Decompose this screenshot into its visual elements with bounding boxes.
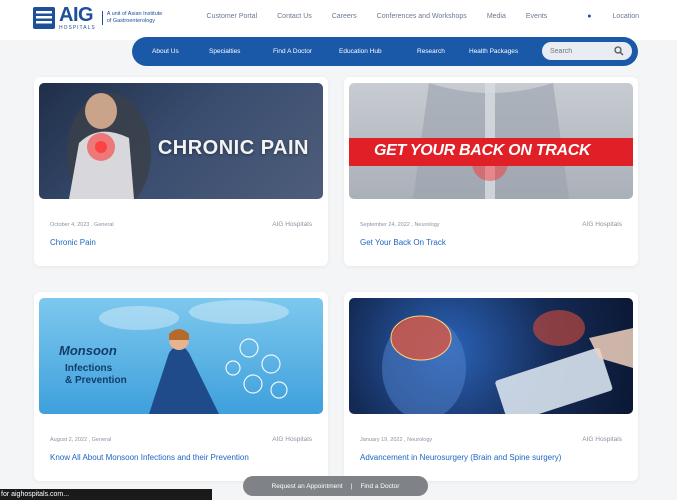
logo-name: AIG [59, 4, 94, 26]
card-title[interactable]: Know All About Monsoon Infections and th… [50, 453, 249, 462]
nav-specialties[interactable]: Specialties [209, 48, 240, 55]
card-date: August 2, 2022 [50, 437, 88, 443]
logo-icon [33, 5, 55, 31]
card-author: AIG Hospitals [582, 436, 622, 443]
status-url: for aighospitals.com... [0, 489, 212, 500]
card-date: September 24, 2022 [360, 222, 410, 228]
top-link-conferences[interactable]: Conferences and Workshops [377, 13, 467, 20]
image-caption-line1: Monsoon [59, 343, 117, 358]
card-author: AIG Hospitals [272, 221, 312, 228]
card-title[interactable]: Chronic Pain [50, 238, 96, 247]
image-caption-line2: Infections & Prevention [65, 363, 127, 386]
request-appointment-link[interactable]: Request an Appointment [272, 483, 343, 490]
card-image-monsoon[interactable]: Monsoon Infections & Prevention [39, 298, 323, 414]
top-links: Customer Portal Contact Us Careers Confe… [187, 13, 639, 20]
nav-health-packages[interactable]: Health Packages [469, 48, 518, 55]
blog-card[interactable]: GET YOUR BACK ON TRACK September 24, 202… [344, 77, 638, 266]
card-meta: October 4, 2023 , General [50, 222, 114, 228]
blog-card[interactable]: Monsoon Infections & Prevention August 2,… [34, 292, 328, 481]
blog-card[interactable]: CHRONIC PAIN October 4, 2023 , General A… [34, 77, 328, 266]
card-date: January 19, 2022 [360, 437, 403, 443]
image-caption-line2-text: Infections [65, 363, 113, 374]
location-pin-icon: ● [587, 13, 592, 20]
separator: | [350, 482, 353, 490]
aig-logo[interactable]: AIG HOSPITALS A unit of Asian Institute … [33, 5, 164, 31]
image-caption: CHRONIC PAIN [157, 137, 309, 159]
card-meta: August 2, 2022 , General [50, 437, 112, 443]
page: AIG HOSPITALS A unit of Asian Institute … [0, 0, 677, 500]
neurosurgery-illustration [382, 310, 633, 414]
card-category: Neurology [414, 222, 440, 228]
card-date: October 4, 2023 [50, 222, 90, 228]
find-doctor-link[interactable]: Find a Doctor [360, 483, 399, 490]
card-image-chronic-pain[interactable]: CHRONIC PAIN [39, 83, 323, 199]
card-image-neurosurgery[interactable] [349, 298, 633, 414]
logo-sub-name: HOSPITALS [59, 25, 96, 31]
top-link-contact-us[interactable]: Contact Us [277, 13, 312, 20]
card-category: Neurology [407, 437, 433, 443]
card-meta: September 24, 2022 , Neurology [360, 222, 440, 228]
location-label: Location [612, 13, 639, 20]
card-category: General [94, 222, 114, 228]
search-icon[interactable] [614, 46, 624, 56]
nav-research[interactable]: Research [417, 48, 445, 55]
card-title[interactable]: Advancement in Neurosurgery (Brain and S… [360, 453, 561, 462]
top-link-events[interactable]: Events [526, 13, 547, 20]
card-title[interactable]: Get Your Back On Track [360, 238, 446, 247]
nav-education-hub[interactable]: Education Hub [339, 48, 382, 55]
image-caption-line3: & Prevention [65, 374, 127, 386]
top-link-media[interactable]: Media [487, 13, 506, 20]
top-link-location[interactable]: ● Location [567, 13, 639, 20]
search-box[interactable] [542, 42, 632, 60]
card-category: General [91, 437, 112, 443]
logo-tagline: A unit of Asian Institute of Gastroenter… [101, 11, 164, 25]
top-link-customer-portal[interactable]: Customer Portal [207, 13, 258, 20]
nav-find-a-doctor[interactable]: Find A Doctor [273, 48, 312, 55]
card-meta: January 19, 2022 , Neurology [360, 437, 433, 443]
main-nav: About Us Specialties Find A Doctor Educa… [132, 37, 638, 66]
nav-about-us[interactable]: About Us [152, 48, 179, 55]
card-author: AIG Hospitals [582, 221, 622, 228]
top-header: AIG HOSPITALS A unit of Asian Institute … [0, 0, 677, 40]
search-input[interactable] [550, 47, 610, 55]
appointment-bar: Request an Appointment | Find a Doctor [243, 476, 428, 496]
card-image-back-on-track[interactable]: GET YOUR BACK ON TRACK [349, 83, 633, 199]
card-author: AIG Hospitals [272, 436, 312, 443]
image-caption: GET YOUR BACK ON TRACK [374, 142, 591, 159]
blog-card[interactable]: January 19, 2022 , Neurology AIG Hospita… [344, 292, 638, 481]
top-link-careers[interactable]: Careers [332, 13, 357, 20]
